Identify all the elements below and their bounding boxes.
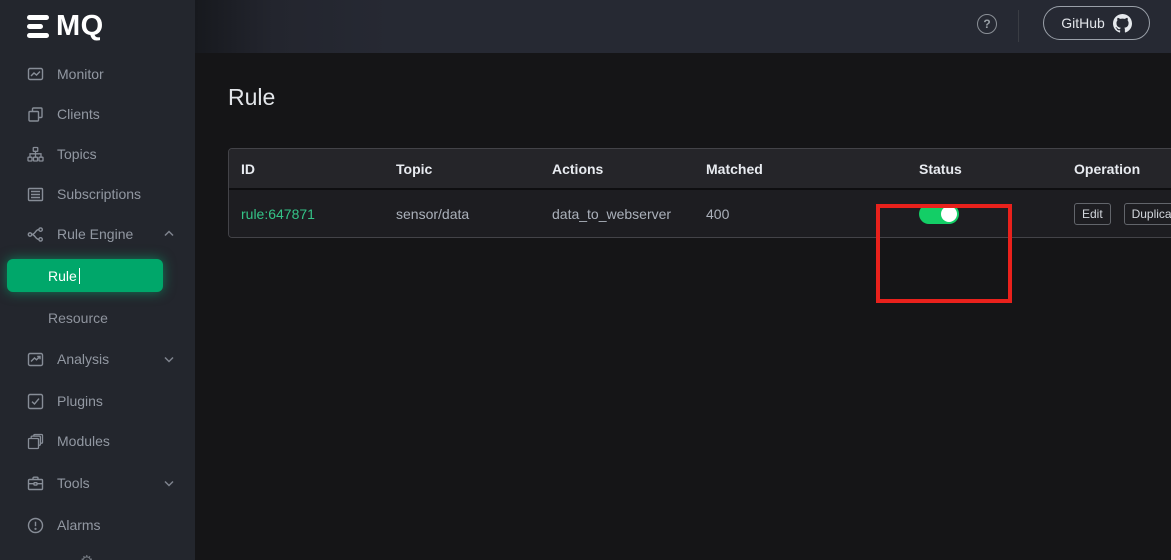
chevron-up-icon[interactable]	[163, 228, 175, 240]
column-header-actions: Actions	[540, 161, 694, 177]
sidebar-item-label: Monitor	[57, 66, 104, 82]
sidebar-item-label: Plugins	[57, 393, 103, 409]
edit-button[interactable]: Edit	[1074, 203, 1111, 225]
sidebar-item-label: Topics	[57, 146, 97, 162]
chevron-down-icon[interactable]	[163, 353, 175, 365]
text-cursor	[79, 268, 81, 284]
github-button-label: GitHub	[1061, 15, 1105, 31]
sidebar-item-clients[interactable]: Clients	[0, 94, 195, 134]
github-icon	[1113, 14, 1132, 33]
column-header-id: ID	[229, 161, 384, 177]
sidebar-item-analysis[interactable]: Analysis	[0, 339, 195, 379]
status-toggle-on[interactable]	[919, 204, 959, 224]
column-header-status: Status	[907, 161, 1062, 177]
question-mark-icon: ?	[983, 17, 990, 31]
column-header-topic: Topic	[384, 161, 540, 177]
page-title: Rule	[228, 84, 275, 111]
rule-topic-value: sensor/data	[384, 206, 540, 222]
sidebar-item-modules[interactable]: Modules	[0, 421, 195, 461]
sidebar-item-plugins[interactable]: Plugins	[0, 381, 195, 421]
alarms-icon	[27, 517, 44, 534]
help-button[interactable]: ?	[977, 14, 997, 34]
modules-icon	[27, 433, 44, 450]
rule-engine-icon	[27, 226, 44, 243]
rule-actions-value: data_to_webserver	[540, 206, 694, 222]
gear-icon-partial: ⚙	[80, 552, 93, 560]
sidebar-item-monitor[interactable]: Monitor	[0, 54, 195, 94]
sidebar-item-label: Subscriptions	[57, 186, 141, 202]
subscriptions-icon	[27, 186, 44, 203]
github-button[interactable]: GitHub	[1043, 6, 1150, 40]
emq-logo[interactable]: MQ	[27, 12, 104, 41]
sidebar-item-label: Analysis	[57, 351, 109, 367]
sidebar-subitem-label: Resource	[48, 310, 108, 326]
sidebar-item-label: Rule Engine	[57, 226, 133, 242]
sidebar-item-label: Tools	[57, 475, 90, 491]
chevron-down-icon[interactable]	[163, 477, 175, 489]
main-content: Rule ID Topic Actions Matched Status Ope…	[195, 53, 1171, 560]
sidebar-item-label: Clients	[57, 106, 100, 122]
topics-icon	[27, 146, 44, 163]
rule-id-link[interactable]: rule:647871	[241, 206, 315, 222]
analysis-icon	[27, 351, 44, 368]
sidebar-item-topics[interactable]: Topics	[0, 134, 195, 174]
sidebar-item-subscriptions[interactable]: Subscriptions	[0, 174, 195, 214]
plugins-icon	[27, 393, 44, 410]
sidebar-item-rule-engine[interactable]: Rule Engine	[0, 214, 195, 254]
sidebar-item-label: Alarms	[57, 517, 101, 533]
column-header-operation: Operation	[1062, 161, 1171, 177]
topbar: ? GitHub	[195, 0, 1171, 53]
sidebar-subitem-resource[interactable]: Resource	[0, 298, 195, 338]
emq-logo-icon	[27, 15, 49, 38]
monitor-icon	[27, 66, 44, 83]
table-header-row: ID Topic Actions Matched Status Operatio…	[229, 149, 1171, 188]
sidebar: MQ Monitor Clients	[0, 0, 195, 560]
table-row: rule:647871 sensor/data data_to_webserve…	[229, 188, 1171, 237]
clients-icon	[27, 106, 44, 123]
toggle-knob	[941, 206, 957, 222]
emqx-dashboard: MQ Monitor Clients	[0, 0, 1171, 560]
column-header-matched: Matched	[694, 161, 907, 177]
duplicate-button[interactable]: Duplicate	[1124, 203, 1171, 225]
rules-table: ID Topic Actions Matched Status Operatio…	[228, 148, 1171, 238]
topbar-divider	[1018, 10, 1019, 42]
sidebar-item-tools[interactable]: Tools	[0, 463, 195, 503]
emq-logo-text: MQ	[56, 12, 104, 41]
sidebar-item-label: Modules	[57, 433, 110, 449]
tools-icon	[27, 475, 44, 492]
sidebar-item-alarms[interactable]: Alarms	[0, 505, 195, 545]
rule-matched-value: 400	[694, 206, 907, 222]
sidebar-subitem-label: Rule	[48, 268, 77, 284]
sidebar-subitem-rule-selected[interactable]: Rule	[7, 259, 163, 292]
